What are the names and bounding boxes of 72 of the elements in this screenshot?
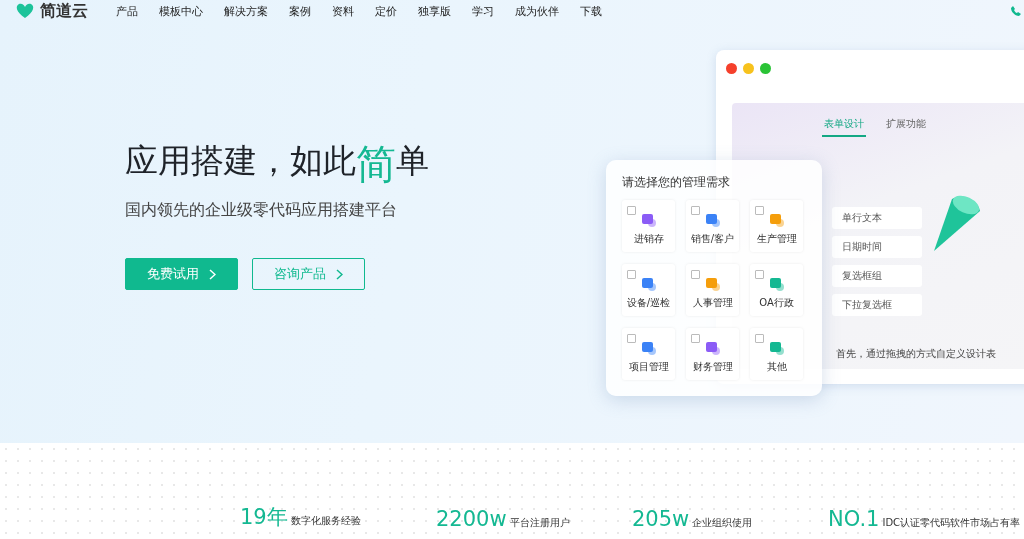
option-tile[interactable]: 销售/客户 [686, 200, 739, 252]
nav-link[interactable]: 解决方案 [224, 3, 268, 19]
brand-name: 简道云 [40, 0, 88, 22]
category-icon [640, 276, 657, 292]
nav-link[interactable]: 定价 [375, 3, 397, 19]
stat-value: 19年 [240, 504, 288, 531]
option-tile[interactable]: 设备/巡检 [622, 264, 675, 316]
category-icon [704, 340, 721, 356]
option-label: OA行政 [759, 296, 794, 310]
option-tile[interactable]: 进销存 [622, 200, 675, 252]
checkbox[interactable] [691, 206, 700, 215]
nav-link[interactable]: 独享版 [418, 3, 451, 19]
field-type-item[interactable]: 日期时间 [832, 236, 922, 258]
nav-link[interactable]: 案例 [289, 3, 311, 19]
stat-label: 平台注册用户 [509, 516, 570, 530]
phone-icon[interactable] [1011, 6, 1021, 16]
checkbox[interactable] [691, 334, 700, 343]
category-icon [704, 276, 721, 292]
checkbox[interactable] [691, 270, 700, 279]
option-tile[interactable]: 财务管理 [686, 328, 739, 380]
checkbox[interactable] [627, 206, 636, 215]
option-tile[interactable]: 其他 [750, 328, 803, 380]
checkbox[interactable] [755, 270, 764, 279]
nav-link[interactable]: 资料 [332, 3, 354, 19]
option-tile[interactable]: 项目管理 [622, 328, 675, 380]
maximize-dot[interactable] [760, 63, 771, 74]
option-label: 销售/客户 [690, 232, 735, 246]
option-tile[interactable]: OA行政 [750, 264, 803, 316]
close-dot[interactable] [726, 63, 737, 74]
field-type-item[interactable]: 下拉复选框 [832, 294, 922, 316]
cone-drawing [932, 193, 982, 253]
nav-link[interactable]: 学习 [472, 3, 494, 19]
checkbox[interactable] [755, 334, 764, 343]
category-icon [704, 212, 721, 228]
field-type-item[interactable]: 单行文本 [832, 207, 922, 229]
option-label: 人事管理 [692, 296, 733, 310]
designer-tab[interactable]: 扩展功能 [884, 113, 928, 137]
hero-title: 应用搭建，如此简单 [125, 140, 430, 184]
category-icon [640, 340, 657, 356]
category-icon [640, 212, 657, 228]
stat-value: 205w [632, 507, 690, 531]
stat-value: 2200w [436, 507, 507, 531]
stat-label: 企业组织使用 [692, 516, 753, 530]
nav-link[interactable]: 产品 [116, 3, 138, 19]
stat-value: NO.1 [828, 507, 880, 531]
option-label: 生产管理 [756, 232, 797, 246]
option-label: 设备/巡检 [626, 296, 671, 310]
logo-icon [14, 3, 36, 19]
option-label: 其他 [766, 360, 787, 374]
category-icon [768, 340, 785, 356]
option-tile[interactable]: 人事管理 [686, 264, 739, 316]
category-icon [768, 212, 785, 228]
category-icon [768, 276, 785, 292]
chevron-icon [209, 268, 216, 280]
stat-label: 数字化服务经验 [290, 514, 361, 528]
stat-label: IDC认证零代码软件市场占有率 [882, 516, 1021, 530]
chevron-icon [336, 268, 343, 280]
option-tile[interactable]: 生产管理 [750, 200, 803, 252]
designer-caption: 首先，通过拖拽的方式自定义设计表 [836, 347, 997, 361]
nav-link[interactable]: 成为伙伴 [515, 3, 559, 19]
checkbox[interactable] [755, 206, 764, 215]
option-label: 财务管理 [692, 360, 733, 374]
checkbox[interactable] [627, 270, 636, 279]
minimize-dot[interactable] [743, 63, 754, 74]
checkbox[interactable] [627, 334, 636, 343]
nav-link[interactable]: 模板中心 [159, 3, 203, 19]
selector-title: 请选择您的管理需求 [622, 174, 731, 191]
option-label: 项目管理 [628, 360, 669, 374]
field-type-item[interactable]: 复选框组 [832, 265, 922, 287]
nav-link[interactable]: 下载 [580, 3, 602, 19]
hero-subtitle: 国内领先的企业级零代码应用搭建平台 [125, 200, 398, 221]
option-label: 进销存 [633, 232, 664, 246]
